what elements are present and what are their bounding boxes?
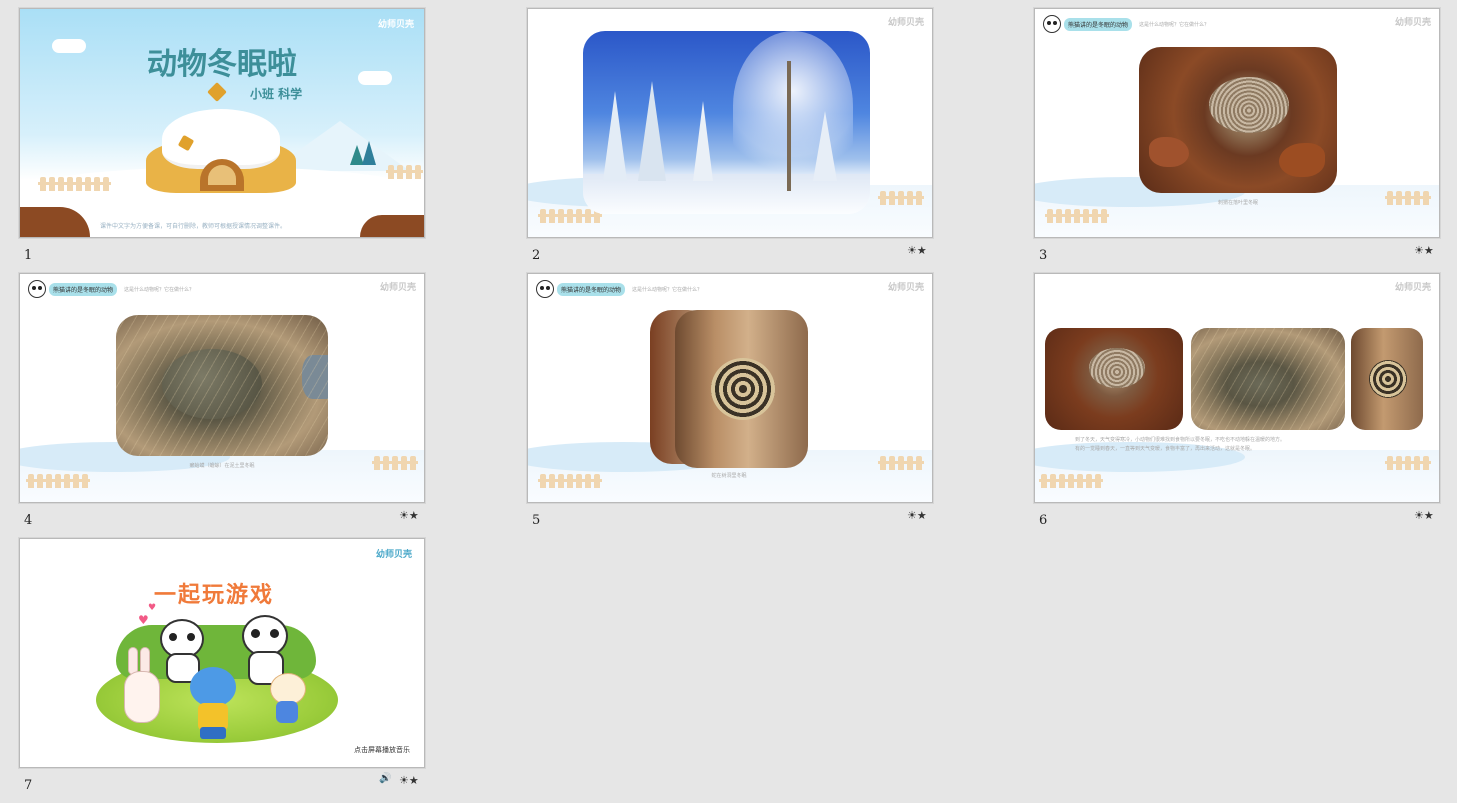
caption-line-2: 有的一觉睡到春天，一直等到天气变暖，食物丰富了，再出来活动，这就是冬眠。 bbox=[1075, 446, 1256, 452]
panda-icon bbox=[536, 280, 554, 298]
winter-forest-photo bbox=[583, 31, 870, 214]
slide-number: 5 bbox=[532, 513, 541, 528]
fence bbox=[878, 191, 924, 205]
logo: 幼师贝壳 bbox=[887, 18, 924, 28]
heart-icon: ♥ bbox=[148, 603, 157, 613]
leaf-icon bbox=[207, 82, 227, 102]
slide-title: 一起玩游戏 bbox=[154, 583, 275, 608]
caption-line-1: 到了冬天，天气变得寒冷，小动物们很难找到食物所以要冬眠，不吃也不动地躲在温暖的地… bbox=[1075, 437, 1286, 443]
slide-thumbnail-6[interactable]: 幼师贝壳 到了冬天，天气变得寒冷，小动物们很难找到食物所以要冬眠，不吃也不动地躲… bbox=[1034, 273, 1440, 503]
fence bbox=[26, 474, 90, 488]
note-text: 课件中文字为方便备课，可自行删除，教师可根据授课情况调整课件。 bbox=[100, 223, 287, 230]
logo: 幼师贝壳 bbox=[375, 550, 412, 560]
snake-photo bbox=[1351, 328, 1423, 430]
slide-thumbnail-7[interactable]: 幼师贝壳 一起玩游戏 ♥ ♥ 点击屏幕播放音乐 bbox=[19, 538, 425, 768]
fence bbox=[538, 474, 602, 488]
slide-number: 7 bbox=[24, 778, 33, 793]
fence bbox=[878, 456, 924, 470]
fence bbox=[386, 165, 423, 179]
tree-icon bbox=[362, 141, 376, 165]
section-tag: 熊猫讲的是冬眠的动物 这是什么动物呢？它在做什么？ bbox=[1043, 15, 1209, 33]
question-text: 这是什么动物呢？它在做什么？ bbox=[632, 286, 703, 293]
photo-caption: 蛇在树洞里冬眠 bbox=[711, 473, 747, 479]
fence bbox=[1385, 456, 1431, 470]
fence bbox=[372, 456, 418, 470]
audio-badge-icon: 🔊 bbox=[379, 773, 392, 784]
slide-subtitle: 小班 科学 bbox=[250, 87, 303, 101]
footer-hint: 点击屏幕播放音乐 bbox=[354, 746, 410, 754]
photo-caption: 刺猬在落叶里冬眠 bbox=[1217, 200, 1258, 206]
blue-character-icon bbox=[190, 667, 236, 707]
logo: 幼师贝壳 bbox=[1394, 18, 1431, 28]
panda-icon bbox=[28, 280, 46, 298]
slide-number: 4 bbox=[24, 513, 33, 528]
animation-badge-icon: ☀★ bbox=[907, 509, 927, 522]
tag-label: 熊猫讲的是冬眠的动物 bbox=[49, 282, 118, 296]
snake-photo bbox=[675, 310, 808, 468]
logo: 幼师贝壳 bbox=[887, 283, 924, 293]
slide-title: 动物冬眠啦 bbox=[147, 47, 297, 82]
tag-label: 熊猫讲的是冬眠的动物 bbox=[557, 282, 626, 296]
cat-body bbox=[276, 701, 298, 723]
slide-number: 1 bbox=[24, 248, 33, 263]
question-text: 这是什么动物呢？它在做什么？ bbox=[1139, 21, 1210, 28]
animation-badge-icon: ☀★ bbox=[907, 244, 927, 257]
slide-number: 3 bbox=[1039, 248, 1048, 263]
slide-thumbnail-5[interactable]: 幼师贝壳 熊猫讲的是冬眠的动物 这是什么动物呢？它在做什么？ 蛇在树洞里冬眠 bbox=[527, 273, 933, 503]
rabbit-body bbox=[124, 671, 160, 723]
soil bbox=[360, 215, 424, 237]
photo-caption: 癞蛤蟆（蟾蜍）在泥土里冬眠 bbox=[189, 463, 255, 469]
slide-thumbnail-3[interactable]: 幼师贝壳 熊猫讲的是冬眠的动物 这是什么动物呢？它在做什么？ 刺猬在落叶里冬眠 bbox=[1034, 8, 1440, 238]
toad-photo bbox=[1191, 328, 1345, 430]
question-text: 这是什么动物呢？它在做什么？ bbox=[124, 286, 195, 293]
slide-thumbnail-1[interactable]: 幼师贝壳 动物冬眠啦 小班 科学 课件中文字为方便备课，可自行删除，教师可根据授… bbox=[19, 8, 425, 238]
animation-badge-icon: ☀★ bbox=[1414, 509, 1434, 522]
animation-badge-icon: ☀★ bbox=[399, 774, 419, 787]
hedgehog-photo bbox=[1045, 328, 1183, 430]
toad-photo bbox=[116, 315, 328, 456]
tag-label: 熊猫讲的是冬眠的动物 bbox=[1064, 17, 1133, 31]
animation-badge-icon: ☀★ bbox=[399, 509, 419, 522]
fence bbox=[38, 177, 111, 191]
section-tag: 熊猫讲的是冬眠的动物 这是什么动物呢？它在做什么？ bbox=[536, 280, 702, 298]
slide-number: 2 bbox=[532, 248, 541, 263]
logo: 幼师贝壳 bbox=[377, 20, 414, 30]
slide-thumbnail-4[interactable]: 幼师贝壳 熊猫讲的是冬眠的动物 这是什么动物呢？它在做什么？ 癞蛤蟆（蟾蜍）在泥… bbox=[19, 273, 425, 503]
fence bbox=[1385, 191, 1431, 205]
fence bbox=[1039, 474, 1103, 488]
animation-badge-icon: ☀★ bbox=[1414, 244, 1434, 257]
fence bbox=[1045, 209, 1109, 223]
house-icon bbox=[142, 109, 300, 193]
section-tag: 熊猫讲的是冬眠的动物 这是什么动物呢？它在做什么？ bbox=[28, 280, 194, 298]
slide-number: 6 bbox=[1039, 513, 1048, 528]
blue-character-legs bbox=[200, 727, 226, 739]
logo: 幼师贝壳 bbox=[1394, 283, 1431, 293]
logo: 幼师贝壳 bbox=[379, 283, 416, 293]
hedgehog-photo bbox=[1139, 47, 1337, 193]
panda-icon bbox=[1043, 15, 1061, 33]
slide-thumbnail-2[interactable]: 幼师贝壳 bbox=[527, 8, 933, 238]
